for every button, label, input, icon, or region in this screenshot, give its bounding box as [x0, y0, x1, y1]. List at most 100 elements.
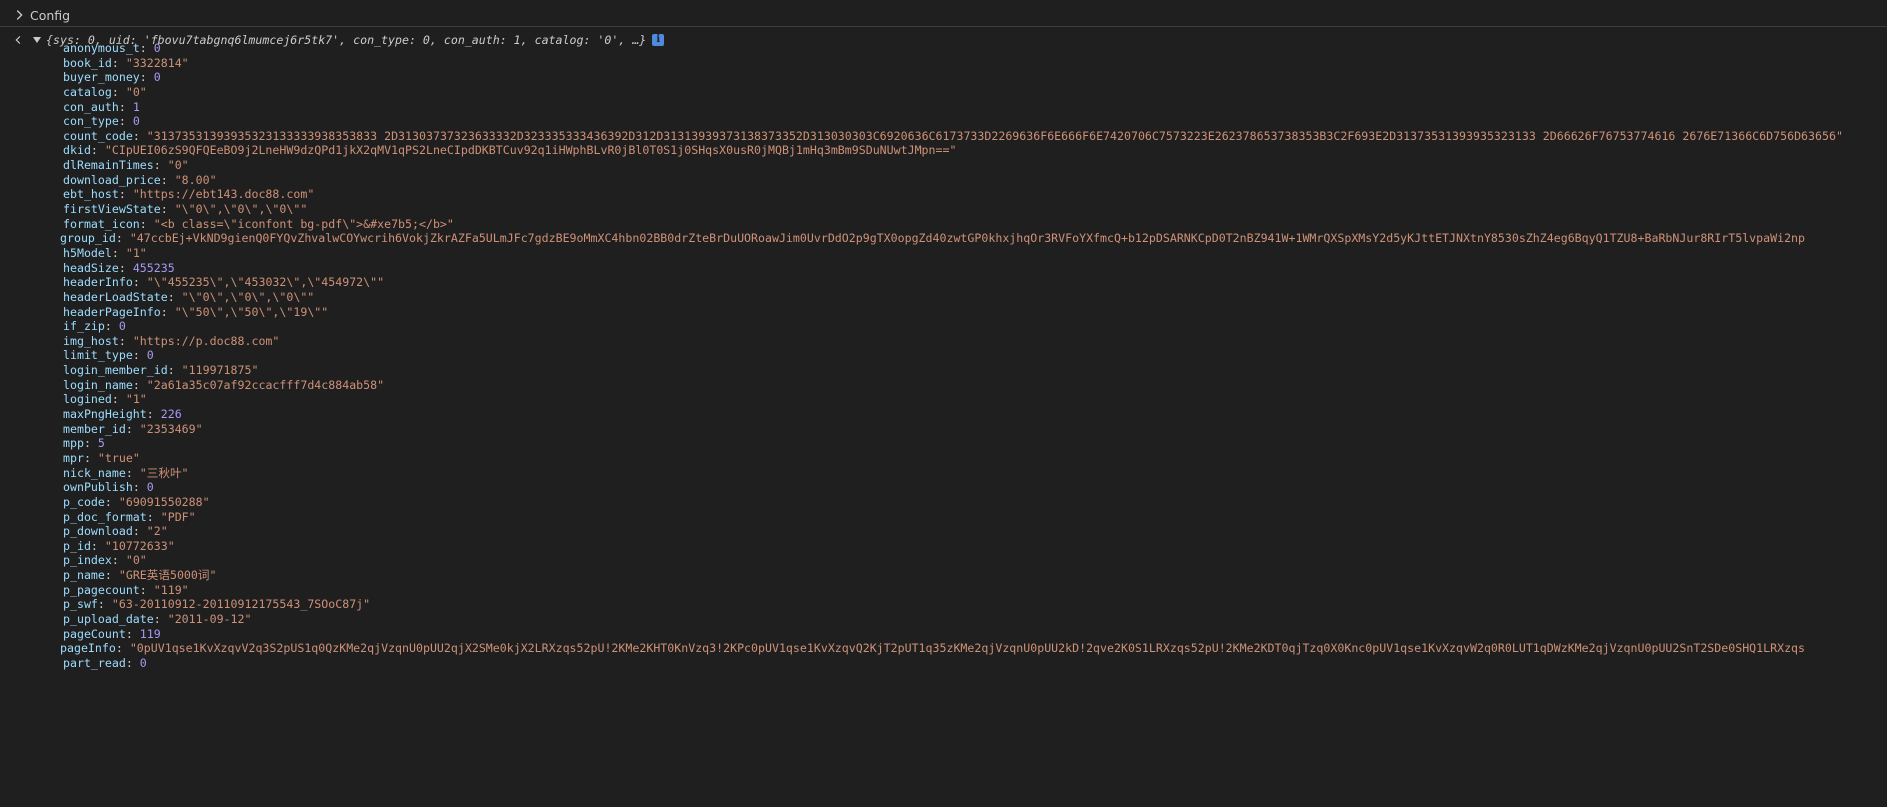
property-row[interactable]: ownPublish: 0: [0, 480, 1887, 495]
property-value: "119": [153, 582, 189, 597]
property-value: "1": [125, 392, 147, 407]
property-key: mpp: [63, 436, 84, 451]
property-row[interactable]: group_id: "47ccbEj+VkND9gienQ0FYQvZhvalw…: [0, 231, 1887, 246]
property-row[interactable]: part_read: 0: [0, 656, 1887, 671]
property-key: p_name: [63, 568, 105, 583]
property-value: "2011-09-12": [167, 611, 252, 626]
property-row[interactable]: login_member_id: "119971875": [0, 363, 1887, 378]
property-colon: :: [139, 582, 154, 597]
property-row[interactable]: p_name: "GRE英语5000词": [0, 568, 1887, 583]
property-colon: :: [167, 289, 182, 304]
property-row[interactable]: dlRemainTimes: "0": [0, 158, 1887, 173]
property-row[interactable]: con_auth: 1: [0, 100, 1887, 115]
property-row[interactable]: download_price: "8.00": [0, 173, 1887, 188]
property-key: p_doc_format: [63, 509, 147, 524]
property-row[interactable]: book_id: "3322814": [0, 56, 1887, 71]
config-group-header[interactable]: Config: [12, 5, 70, 25]
property-key: limit_type: [63, 348, 133, 363]
property-row[interactable]: headerLoadState: "\"0\",\"0\",\"0\"": [0, 290, 1887, 305]
property-colon: :: [146, 407, 161, 422]
property-row[interactable]: headerPageInfo: "\"50\",\"50\",\"19\"": [0, 305, 1887, 320]
property-row[interactable]: p_pagecount: "119": [0, 583, 1887, 598]
property-colon: :: [97, 597, 112, 612]
property-value: "<b class=\"iconfont bg-pdf\">&#xe7b5;</…: [153, 216, 454, 231]
property-value: "31373531393935323133333938353833 2D3130…: [146, 128, 1843, 143]
property-colon: :: [132, 275, 147, 290]
property-row[interactable]: p_download: "2": [0, 524, 1887, 539]
property-row[interactable]: p_doc_format: "PDF": [0, 510, 1887, 525]
property-row[interactable]: ebt_host: "https://ebt143.doc88.com": [0, 187, 1887, 202]
property-colon: :: [111, 392, 126, 407]
property-row[interactable]: limit_type: 0: [0, 348, 1887, 363]
property-row[interactable]: login_name: "2a61a35c07af92ccacfff7d4c88…: [0, 378, 1887, 393]
property-value: "0pUV1qse1KvXzqvV2q3S2pUS1q0QzKMe2qjVzqn…: [129, 641, 1806, 656]
property-row[interactable]: p_index: "0": [0, 553, 1887, 568]
property-row[interactable]: dkid: "CIpUEI06zS9QFQEeBO9j2LneHW9dzQPd1…: [0, 143, 1887, 158]
property-key: p_pagecount: [63, 582, 140, 597]
property-colon: :: [125, 655, 140, 670]
property-colon: :: [115, 641, 130, 656]
property-colon: :: [118, 99, 133, 114]
property-row[interactable]: format_icon: "<b class=\"iconfont bg-pdf…: [0, 217, 1887, 232]
property-row[interactable]: buyer_money: 0: [0, 70, 1887, 85]
property-key: p_download: [63, 524, 133, 539]
property-key: p_id: [63, 538, 91, 553]
property-colon: :: [118, 187, 133, 202]
property-row[interactable]: img_host: "https://p.doc88.com": [0, 334, 1887, 349]
property-row[interactable]: mpr: "true": [0, 451, 1887, 466]
property-row[interactable]: p_swf: "63-20110912-20110912175543_7SOoC…: [0, 597, 1887, 612]
property-row[interactable]: if_zip: 0: [0, 319, 1887, 334]
property-key: con_auth: [63, 99, 119, 114]
property-row[interactable]: logined: "1": [0, 392, 1887, 407]
property-value: "63-20110912-20110912175543_7SOoC87j": [111, 597, 371, 612]
property-key: p_swf: [63, 597, 98, 612]
property-row[interactable]: con_type: 0: [0, 114, 1887, 129]
property-row[interactable]: p_code: "69091550288": [0, 495, 1887, 510]
property-list: anonymous_t: 0 book_id: "3322814" buyer_mo…: [0, 41, 1887, 671]
property-value: "https://p.doc88.com": [132, 333, 280, 348]
property-key: maxPngHeight: [63, 407, 147, 422]
chevron-right-icon[interactable]: [12, 8, 26, 22]
property-row[interactable]: pageInfo: "0pUV1qse1KvXzqvV2q3S2pUS1q0Qz…: [0, 641, 1887, 656]
property-key: firstViewState: [63, 202, 161, 217]
property-row[interactable]: catalog: "0": [0, 85, 1887, 100]
property-row[interactable]: p_upload_date: "2011-09-12": [0, 612, 1887, 627]
property-value: "69091550288": [118, 494, 210, 509]
property-row[interactable]: pageCount: 119: [0, 627, 1887, 642]
property-key: ownPublish: [63, 480, 133, 495]
property-row[interactable]: p_id: "10772633": [0, 539, 1887, 554]
property-key: p_code: [63, 494, 105, 509]
property-row[interactable]: nick_name: "三秋叶": [0, 466, 1887, 481]
property-row[interactable]: member_id: "2353469": [0, 422, 1887, 437]
property-row[interactable]: mpp: 5: [0, 436, 1887, 451]
property-value: "2353469": [139, 421, 203, 436]
property-value: 226: [160, 407, 182, 422]
property-key: ebt_host: [63, 187, 119, 202]
property-key: login_member_id: [63, 363, 168, 378]
property-row[interactable]: h5Model: "1": [0, 246, 1887, 261]
property-row[interactable]: headerInfo: "\"455235\",\"453032\",\"454…: [0, 275, 1887, 290]
property-row[interactable]: count_code: "313735313939353231333339383…: [0, 129, 1887, 144]
property-row[interactable]: headSize: 455235: [0, 261, 1887, 276]
property-colon: :: [111, 553, 126, 568]
property-key: h5Model: [63, 245, 112, 260]
property-colon: :: [153, 611, 168, 626]
property-value: 0: [132, 114, 140, 129]
property-colon: :: [118, 260, 133, 275]
property-colon: :: [160, 172, 175, 187]
property-row[interactable]: firstViewState: "\"0\",\"0\",\"0\"": [0, 202, 1887, 217]
property-key: img_host: [63, 333, 119, 348]
property-value: 455235: [132, 260, 175, 275]
property-value: "\"0\",\"0\",\"0\"": [181, 289, 315, 304]
property-key: anonymous_t: [63, 41, 140, 55]
property-colon: :: [153, 158, 168, 173]
property-value: "119971875": [181, 363, 259, 378]
property-row[interactable]: anonymous_t: 0: [0, 41, 1887, 56]
property-value: "三秋叶": [139, 465, 189, 480]
property-row[interactable]: maxPngHeight: 226: [0, 407, 1887, 422]
property-key: format_icon: [63, 216, 140, 231]
property-value: "https://ebt143.doc88.com": [132, 187, 315, 202]
property-key: headerPageInfo: [63, 304, 161, 319]
property-colon: :: [104, 568, 119, 583]
property-colon: :: [90, 538, 105, 553]
